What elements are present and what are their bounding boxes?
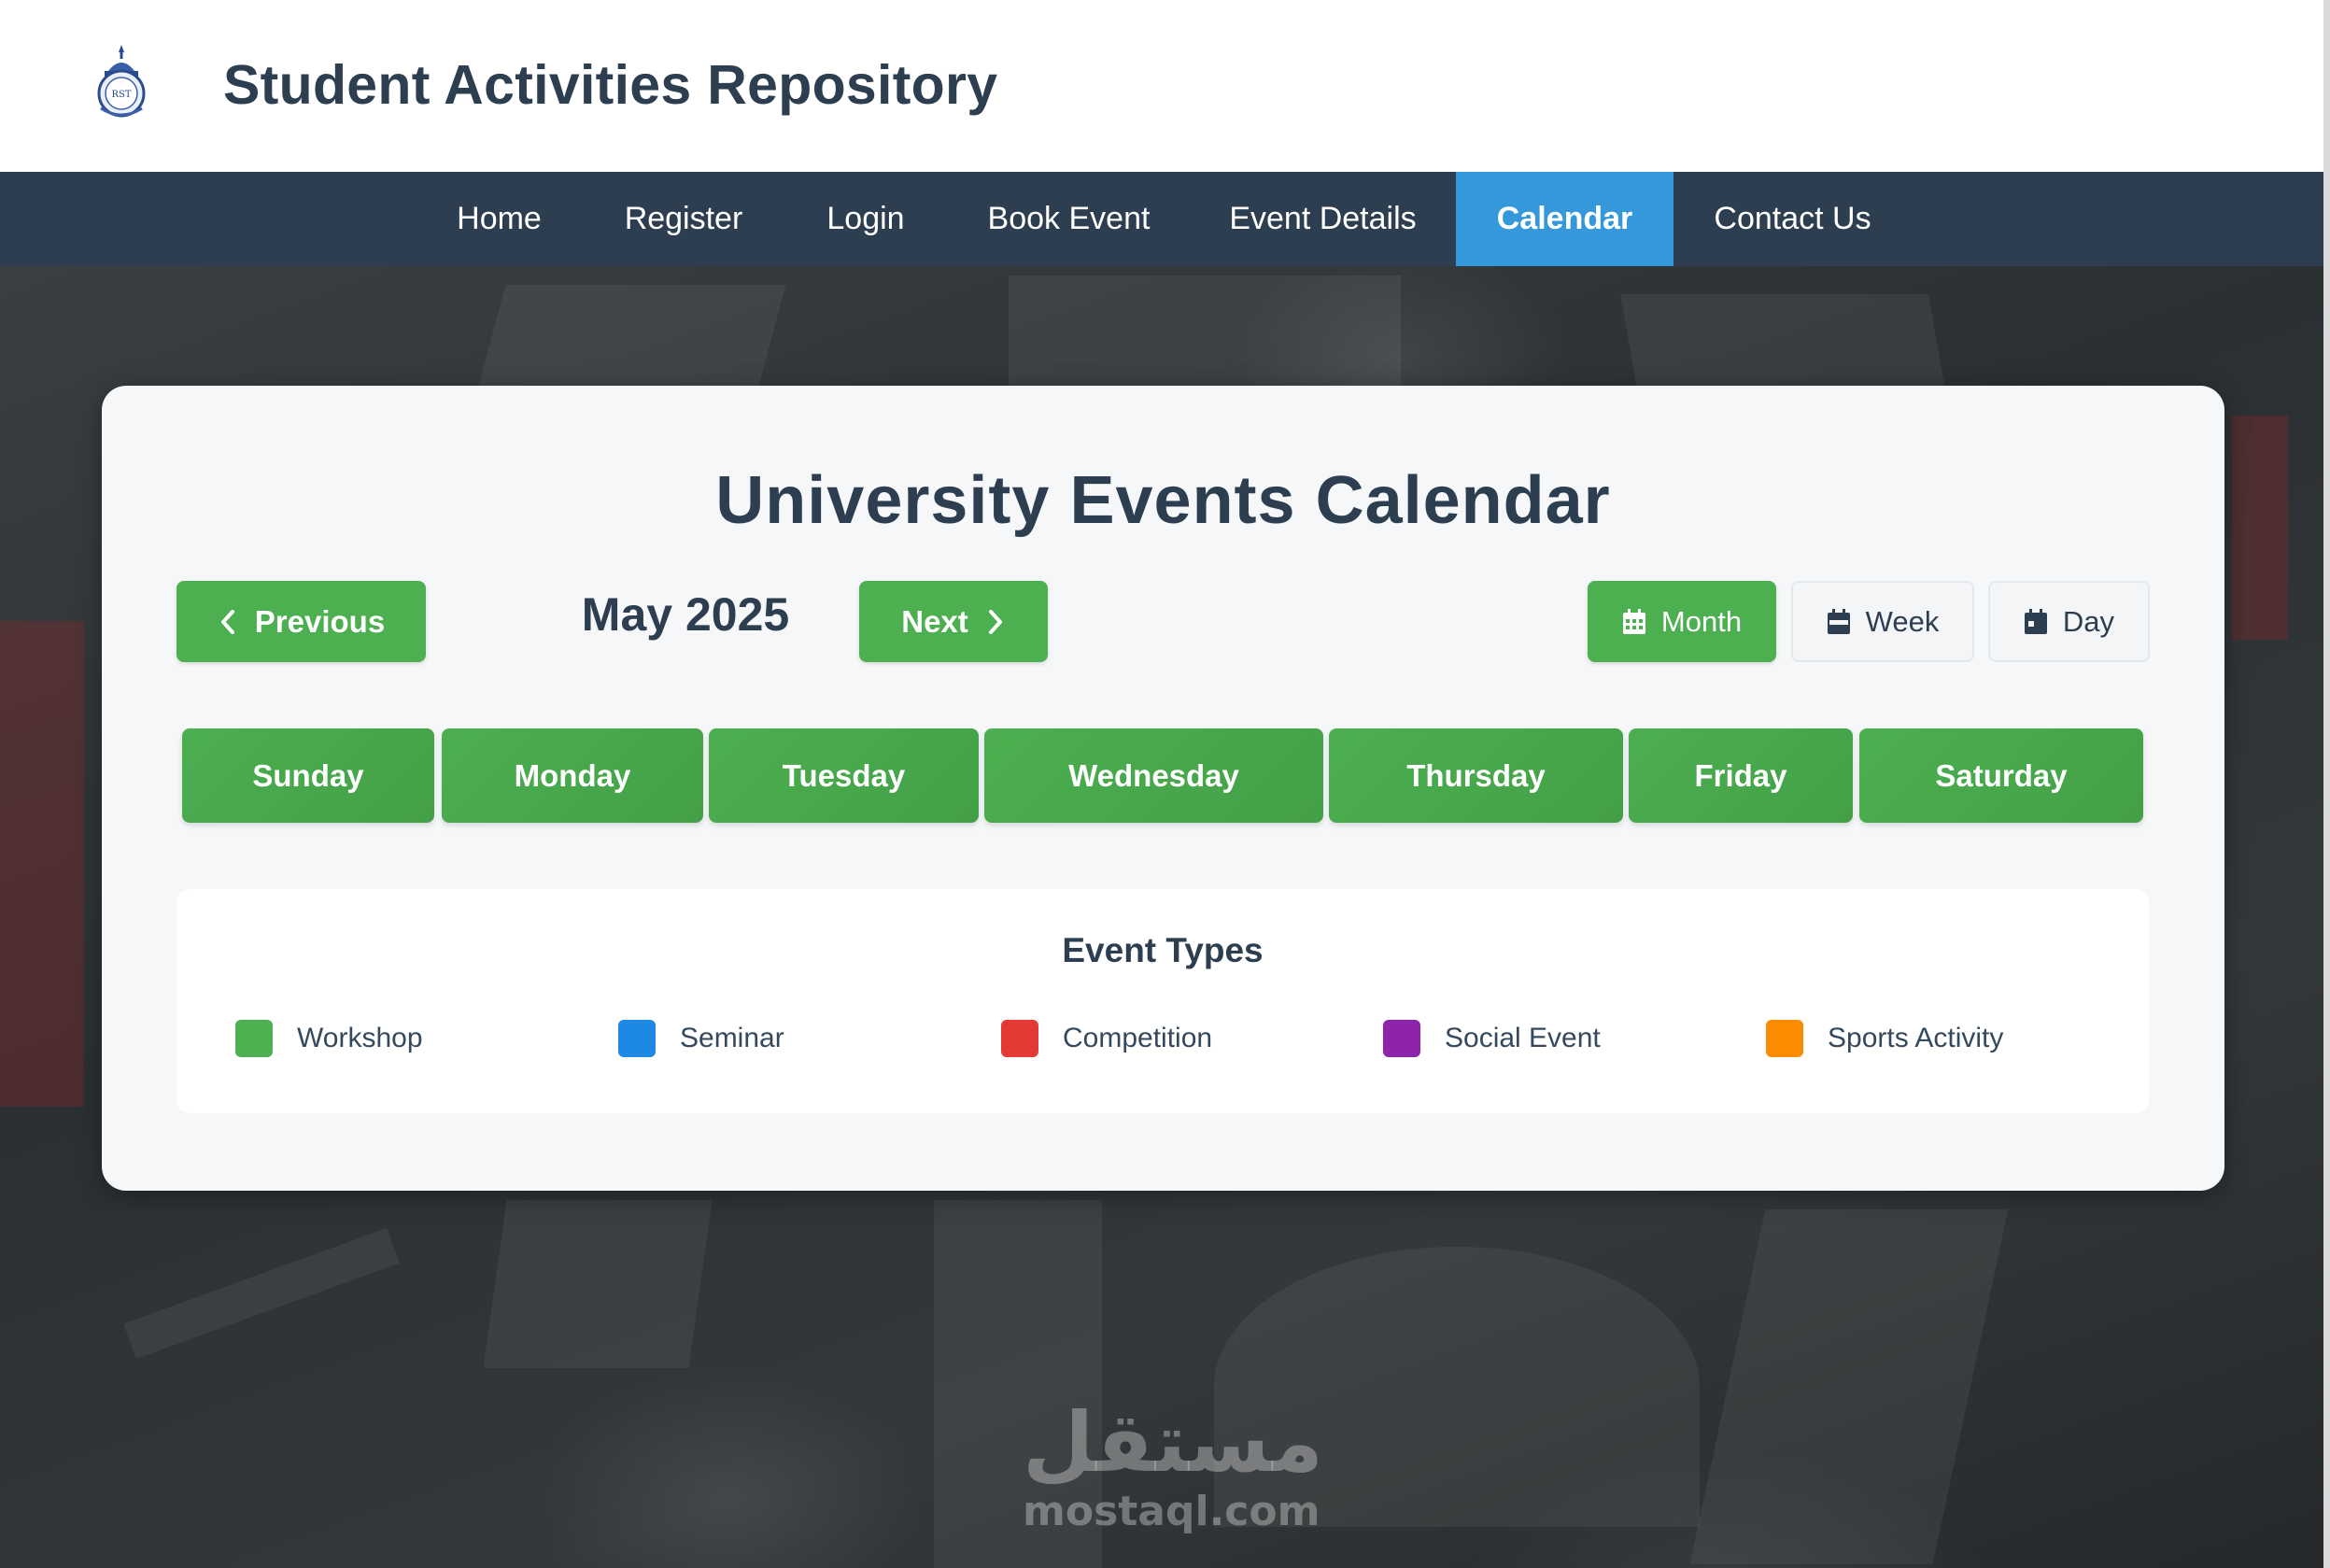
legend-label-workshop: Workshop <box>297 1023 423 1053</box>
nav-book-event[interactable]: Book Event <box>974 172 1164 266</box>
legend-label-social-event: Social Event <box>1445 1023 1601 1053</box>
weekday-header-thursday: Thursday <box>1329 728 1623 823</box>
view-week-button[interactable]: Week <box>1791 581 1974 662</box>
weekday-header-saturday: Saturday <box>1859 728 2143 823</box>
legend-item-seminar: Seminar <box>618 1019 784 1058</box>
legend-label-seminar: Seminar <box>680 1023 784 1053</box>
previous-button[interactable]: Previous <box>177 581 426 662</box>
calendar-card: University Events Calendar Previous May … <box>102 386 2224 1191</box>
legend-label-sports-activity: Sports Activity <box>1828 1023 2004 1053</box>
view-week-label: Week <box>1865 604 1940 638</box>
calendar-title: University Events Calendar <box>715 463 1611 538</box>
legend-item-social-event: Social Event <box>1383 1019 1601 1058</box>
legend-swatch-seminar <box>618 1020 656 1057</box>
next-button[interactable]: Next <box>859 581 1048 662</box>
logo-text: RST <box>111 90 131 100</box>
calendar-grid-icon <box>1622 608 1645 634</box>
event-types-legend: Event Types Workshop Seminar Competition… <box>177 889 2149 1113</box>
calendar-day-icon <box>2024 608 2047 634</box>
current-month-label: May 2025 <box>581 588 790 641</box>
legend-item-sports-activity: Sports Activity <box>1766 1019 2003 1058</box>
weekday-header-tuesday: Tuesday <box>709 728 979 823</box>
window-scrollbar[interactable] <box>2323 0 2330 1568</box>
view-month-label: Month <box>1660 604 1743 638</box>
weekday-header-sunday: Sunday <box>182 728 434 823</box>
nav-register[interactable]: Register <box>610 172 757 266</box>
weekday-header-friday: Friday <box>1629 728 1853 823</box>
legend-swatch-social-event <box>1383 1020 1420 1057</box>
chevron-left-icon <box>220 609 234 634</box>
university-logo[interactable]: RST <box>92 43 151 118</box>
legend-swatch-workshop <box>235 1020 273 1057</box>
watermark-arabic: مستقل <box>1023 1394 1323 1490</box>
legend-item-workshop: Workshop <box>235 1019 423 1058</box>
watermark-latin: mostaql.com <box>1023 1488 1320 1535</box>
legend-item-competition: Competition <box>1001 1019 1212 1058</box>
view-month-button[interactable]: Month <box>1588 581 1776 662</box>
legend-label-competition: Competition <box>1063 1023 1213 1053</box>
main-navbar: Home Register Login Book Event Event Det… <box>0 172 2323 266</box>
nav-contact-us[interactable]: Contact Us <box>1698 172 1887 266</box>
nav-calendar[interactable]: Calendar <box>1456 172 1673 266</box>
weekday-header-monday: Monday <box>442 728 703 823</box>
next-label: Next <box>901 603 968 639</box>
university-crest-icon: RST <box>97 45 146 118</box>
view-day-label: Day <box>2062 604 2115 638</box>
view-day-button[interactable]: Day <box>1988 581 2150 662</box>
site-header: RST Student Activities Repository <box>0 0 2323 172</box>
legend-swatch-competition <box>1001 1020 1038 1057</box>
calendar-week-icon <box>1827 608 1850 634</box>
chevron-right-icon <box>988 609 1002 634</box>
weekday-header-wednesday: Wednesday <box>984 728 1323 823</box>
previous-label: Previous <box>254 603 386 639</box>
nav-event-details[interactable]: Event Details <box>1214 172 1432 266</box>
legend-title: Event Types <box>1062 931 1264 969</box>
nav-home[interactable]: Home <box>437 172 561 266</box>
nav-login[interactable]: Login <box>808 172 924 266</box>
legend-swatch-sports-activity <box>1766 1020 1803 1057</box>
site-title: Student Activities Repository <box>223 54 998 116</box>
